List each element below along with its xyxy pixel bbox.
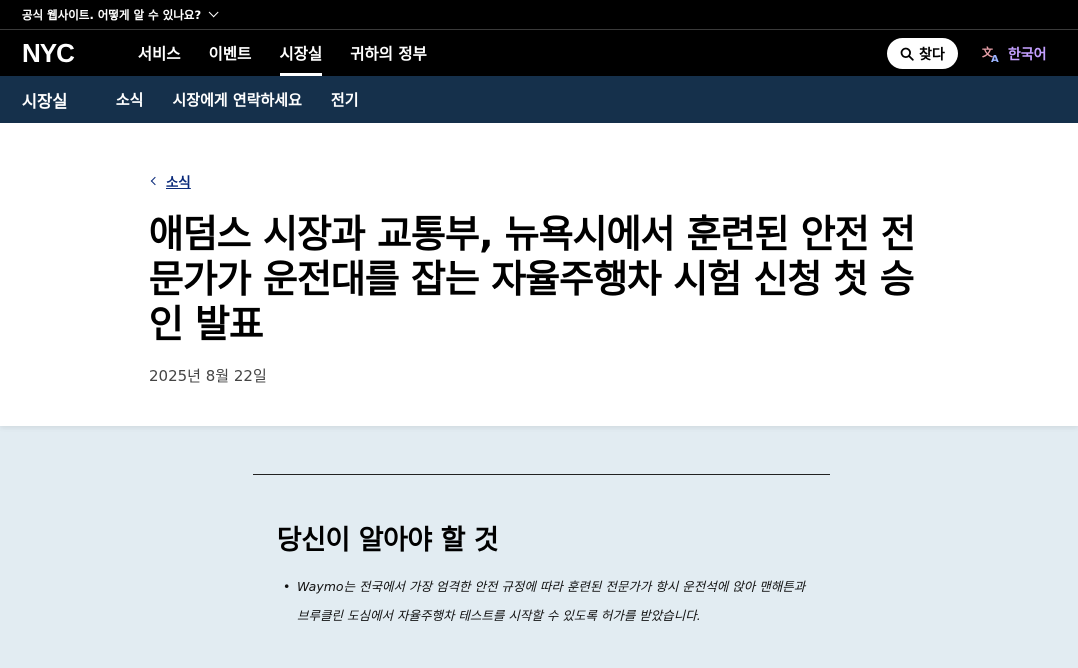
search-icon	[900, 47, 914, 61]
translate-icon: 文 A	[982, 45, 999, 63]
language-label: 한국어	[1008, 46, 1047, 63]
sub-nav-item-news[interactable]: 소식	[116, 89, 144, 110]
nav-item-label: 귀하의 정부	[350, 45, 428, 63]
official-website-text: 공식 웹사이트. 어떻게 알 수 있나요?	[22, 7, 202, 22]
section-divider	[253, 474, 830, 475]
language-selector[interactable]: 文 A 한국어	[982, 30, 1047, 77]
section-title[interactable]: 시장실	[0, 88, 116, 112]
sub-nav-item-contact-mayor[interactable]: 시장에게 연락하세요	[173, 89, 302, 110]
search-button[interactable]: 찾다	[887, 38, 958, 69]
nav-item-mayors-office[interactable]: 시장실	[266, 30, 337, 76]
nav-item-label: 서비스	[138, 45, 181, 63]
nyc-logo[interactable]: NYC	[0, 30, 100, 76]
sub-nav-item-biography[interactable]: 전기	[331, 89, 359, 110]
summary-list-item: Waymo는 전국에서 가장 엄격한 안전 규정에 따라 훈련된 전문가가 항시…	[283, 572, 809, 630]
nav-item-services[interactable]: 서비스	[124, 30, 195, 76]
breadcrumb-link-news[interactable]: 소식	[166, 171, 191, 191]
summary-heading: 당신이 알아야 할 것	[277, 525, 499, 556]
nav-item-your-government[interactable]: 귀하의 정부	[336, 30, 441, 76]
search-label: 찾다	[919, 46, 945, 63]
svg-text:A: A	[991, 54, 999, 63]
chevron-left-icon	[150, 176, 160, 186]
main-navigation: NYC 서비스 이벤트 시장실 귀하의 정부 찾다 文 A 한국어	[0, 29, 1078, 76]
article-summary: 당신이 알아야 할 것 Waymo는 전국에서 가장 엄격한 안전 규정에 따라…	[0, 426, 1078, 668]
article-header: 소식 애덤스 시장과 교통부, 뉴욕시에서 훈련된 안전 전문가가 운전대를 잡…	[0, 123, 1078, 426]
article-date: 2025년 8월 22일	[149, 367, 267, 385]
official-website-banner[interactable]: 공식 웹사이트. 어떻게 알 수 있나요?	[0, 0, 1078, 29]
chevron-down-icon	[208, 7, 219, 18]
breadcrumb: 소식	[149, 171, 1078, 191]
summary-list: Waymo는 전국에서 가장 엄격한 안전 규정에 따라 훈련된 전문가가 항시…	[283, 572, 809, 630]
nav-item-events[interactable]: 이벤트	[195, 30, 266, 76]
nav-item-label: 시장실	[279, 45, 323, 63]
section-navigation: 시장실 소식 시장에게 연락하세요 전기	[0, 76, 1078, 123]
article-title: 애덤스 시장과 교통부, 뉴욕시에서 훈련된 안전 전문가가 운전대를 잡는 자…	[149, 212, 916, 346]
svg-text:NYC: NYC	[22, 41, 75, 65]
main-nav-items: 서비스 이벤트 시장실 귀하의 정부	[124, 30, 441, 76]
nav-item-label: 이벤트	[208, 45, 252, 63]
nyc-logo-mark: NYC	[22, 41, 76, 65]
